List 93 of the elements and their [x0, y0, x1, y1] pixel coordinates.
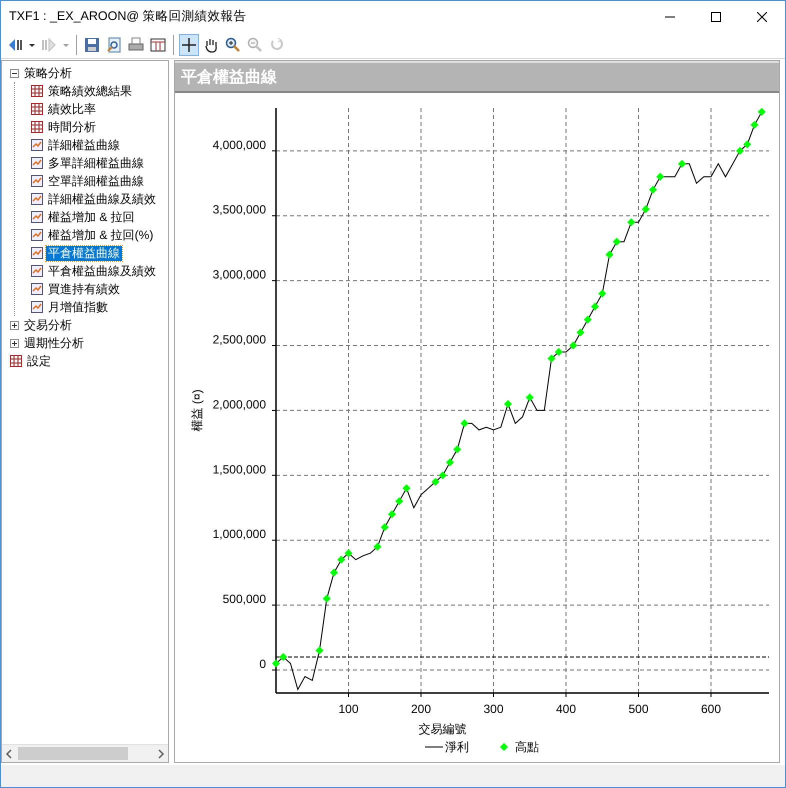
- maximize-icon[interactable]: [711, 12, 721, 22]
- legend-marker-swatch: [500, 743, 508, 751]
- line-chart-icon: [31, 265, 43, 277]
- x-tick-label: 200: [410, 702, 432, 716]
- tree-item[interactable]: 多單詳細權益曲線: [46, 156, 146, 170]
- high-point-marker: [388, 510, 396, 518]
- y-tick-label: 2,000,000: [212, 397, 266, 412]
- legend-line-swatch: [424, 746, 444, 748]
- x-tick-label: 600: [700, 702, 722, 716]
- high-point-marker: [598, 290, 606, 298]
- high-point-marker: [758, 108, 766, 116]
- y-axis-title: 權益 (¤): [190, 389, 204, 432]
- legend-label: 淨利: [445, 740, 469, 754]
- high-point-marker: [460, 419, 468, 428]
- y-tick-label: 1,500,000: [212, 462, 266, 476]
- high-point-marker: [438, 471, 447, 480]
- legend-label: 高點: [515, 740, 539, 754]
- collapse-icon[interactable]: [10, 68, 19, 78]
- tree-item[interactable]: 權益增加 & 拉回(%): [46, 228, 156, 242]
- high-point-marker: [526, 393, 534, 402]
- high-point-marker: [402, 484, 410, 492]
- line-chart-icon: [31, 139, 43, 151]
- high-point-marker: [279, 653, 288, 662]
- window-title: TXF1 : _EX_AROON@ 策略回測績效報告: [9, 8, 247, 25]
- line-chart-icon: [31, 301, 43, 313]
- line-chart-icon: [31, 211, 43, 223]
- high-point-marker: [576, 328, 584, 337]
- caret-icon[interactable]: [28, 41, 36, 49]
- high-point-marker: [584, 316, 592, 324]
- high-point-marker: [750, 120, 758, 129]
- x-tick-label: 100: [338, 702, 359, 716]
- high-point-marker: [374, 542, 382, 551]
- tree-item[interactable]: 設定: [25, 354, 53, 368]
- high-point-marker: [504, 400, 512, 408]
- line-chart-icon: [31, 229, 43, 241]
- grid-icon: [31, 85, 43, 97]
- y-tick-label: 3,500,000: [212, 202, 266, 217]
- high-point-marker: [322, 594, 331, 603]
- grid-icon: [31, 121, 43, 133]
- tree-item[interactable]: 平倉權益曲線: [46, 246, 122, 260]
- x-tick-label: 300: [483, 702, 504, 716]
- high-point-marker: [656, 172, 664, 181]
- y-tick-label: 0: [259, 657, 266, 672]
- line-chart-icon: [31, 283, 43, 295]
- high-point-marker: [330, 568, 338, 577]
- y-tick-label: 2,500,000: [212, 332, 266, 347]
- tree-item[interactable]: 詳細權益曲線: [46, 138, 122, 152]
- high-point-marker: [743, 140, 752, 148]
- high-point-marker: [316, 646, 324, 655]
- high-point-marker: [380, 523, 389, 532]
- tree-item[interactable]: 週期性分析: [22, 336, 86, 350]
- line-chart-icon: [31, 247, 43, 259]
- y-tick-label: 500,000: [222, 592, 266, 606]
- line-chart-icon: [31, 175, 43, 187]
- high-point-marker: [649, 186, 657, 194]
- scrollbar-thumb[interactable]: [18, 747, 128, 760]
- line-chart-icon: [31, 157, 43, 169]
- grid-icon: [10, 355, 22, 367]
- line-chart-icon: [31, 193, 43, 205]
- tree-item[interactable]: 月增值指數: [46, 300, 110, 314]
- expand-icon[interactable]: [10, 320, 19, 330]
- x-tick-label: 500: [628, 702, 649, 716]
- tree-item[interactable]: 交易分析: [22, 318, 74, 332]
- tree-item[interactable]: 詳細權益曲線及績效: [46, 192, 158, 206]
- tree-item[interactable]: 策略績效總結果: [46, 84, 134, 98]
- tree-item[interactable]: 績效比率: [46, 102, 98, 116]
- high-point-marker: [453, 445, 462, 454]
- high-point-marker: [606, 250, 614, 259]
- tree-item[interactable]: 買進持有績效: [46, 282, 122, 296]
- high-point-marker: [554, 348, 563, 356]
- high-point-marker: [642, 205, 650, 214]
- high-point-marker: [337, 556, 346, 564]
- high-point-marker: [678, 160, 686, 168]
- grid-icon: [31, 103, 43, 115]
- high-point-marker: [591, 302, 599, 311]
- expand-icon[interactable]: [10, 338, 19, 348]
- y-tick-label: 3,000,000: [212, 268, 266, 282]
- x-tick-label: 400: [556, 702, 576, 716]
- y-tick-label: 4,000,000: [212, 138, 266, 152]
- y-tick-label: 1,000,000: [212, 527, 266, 542]
- high-point-marker: [569, 342, 578, 350]
- tree-item[interactable]: 策略分析: [22, 66, 74, 80]
- high-point-marker: [627, 218, 636, 226]
- x-axis-title: 交易編號: [418, 722, 466, 736]
- tree-item[interactable]: 平倉權益曲線及績效: [46, 264, 158, 278]
- tree-item[interactable]: 時間分析: [46, 120, 98, 134]
- high-point-marker: [395, 497, 404, 506]
- tree-item[interactable]: 權益增加 & 拉回: [46, 210, 137, 224]
- high-point-marker: [446, 458, 454, 466]
- tree-item[interactable]: 空單詳細權益曲線: [46, 174, 146, 188]
- panel-header: 平倉權益曲線: [175, 61, 779, 93]
- close-icon[interactable]: [757, 12, 767, 22]
- high-point-marker: [612, 238, 621, 246]
